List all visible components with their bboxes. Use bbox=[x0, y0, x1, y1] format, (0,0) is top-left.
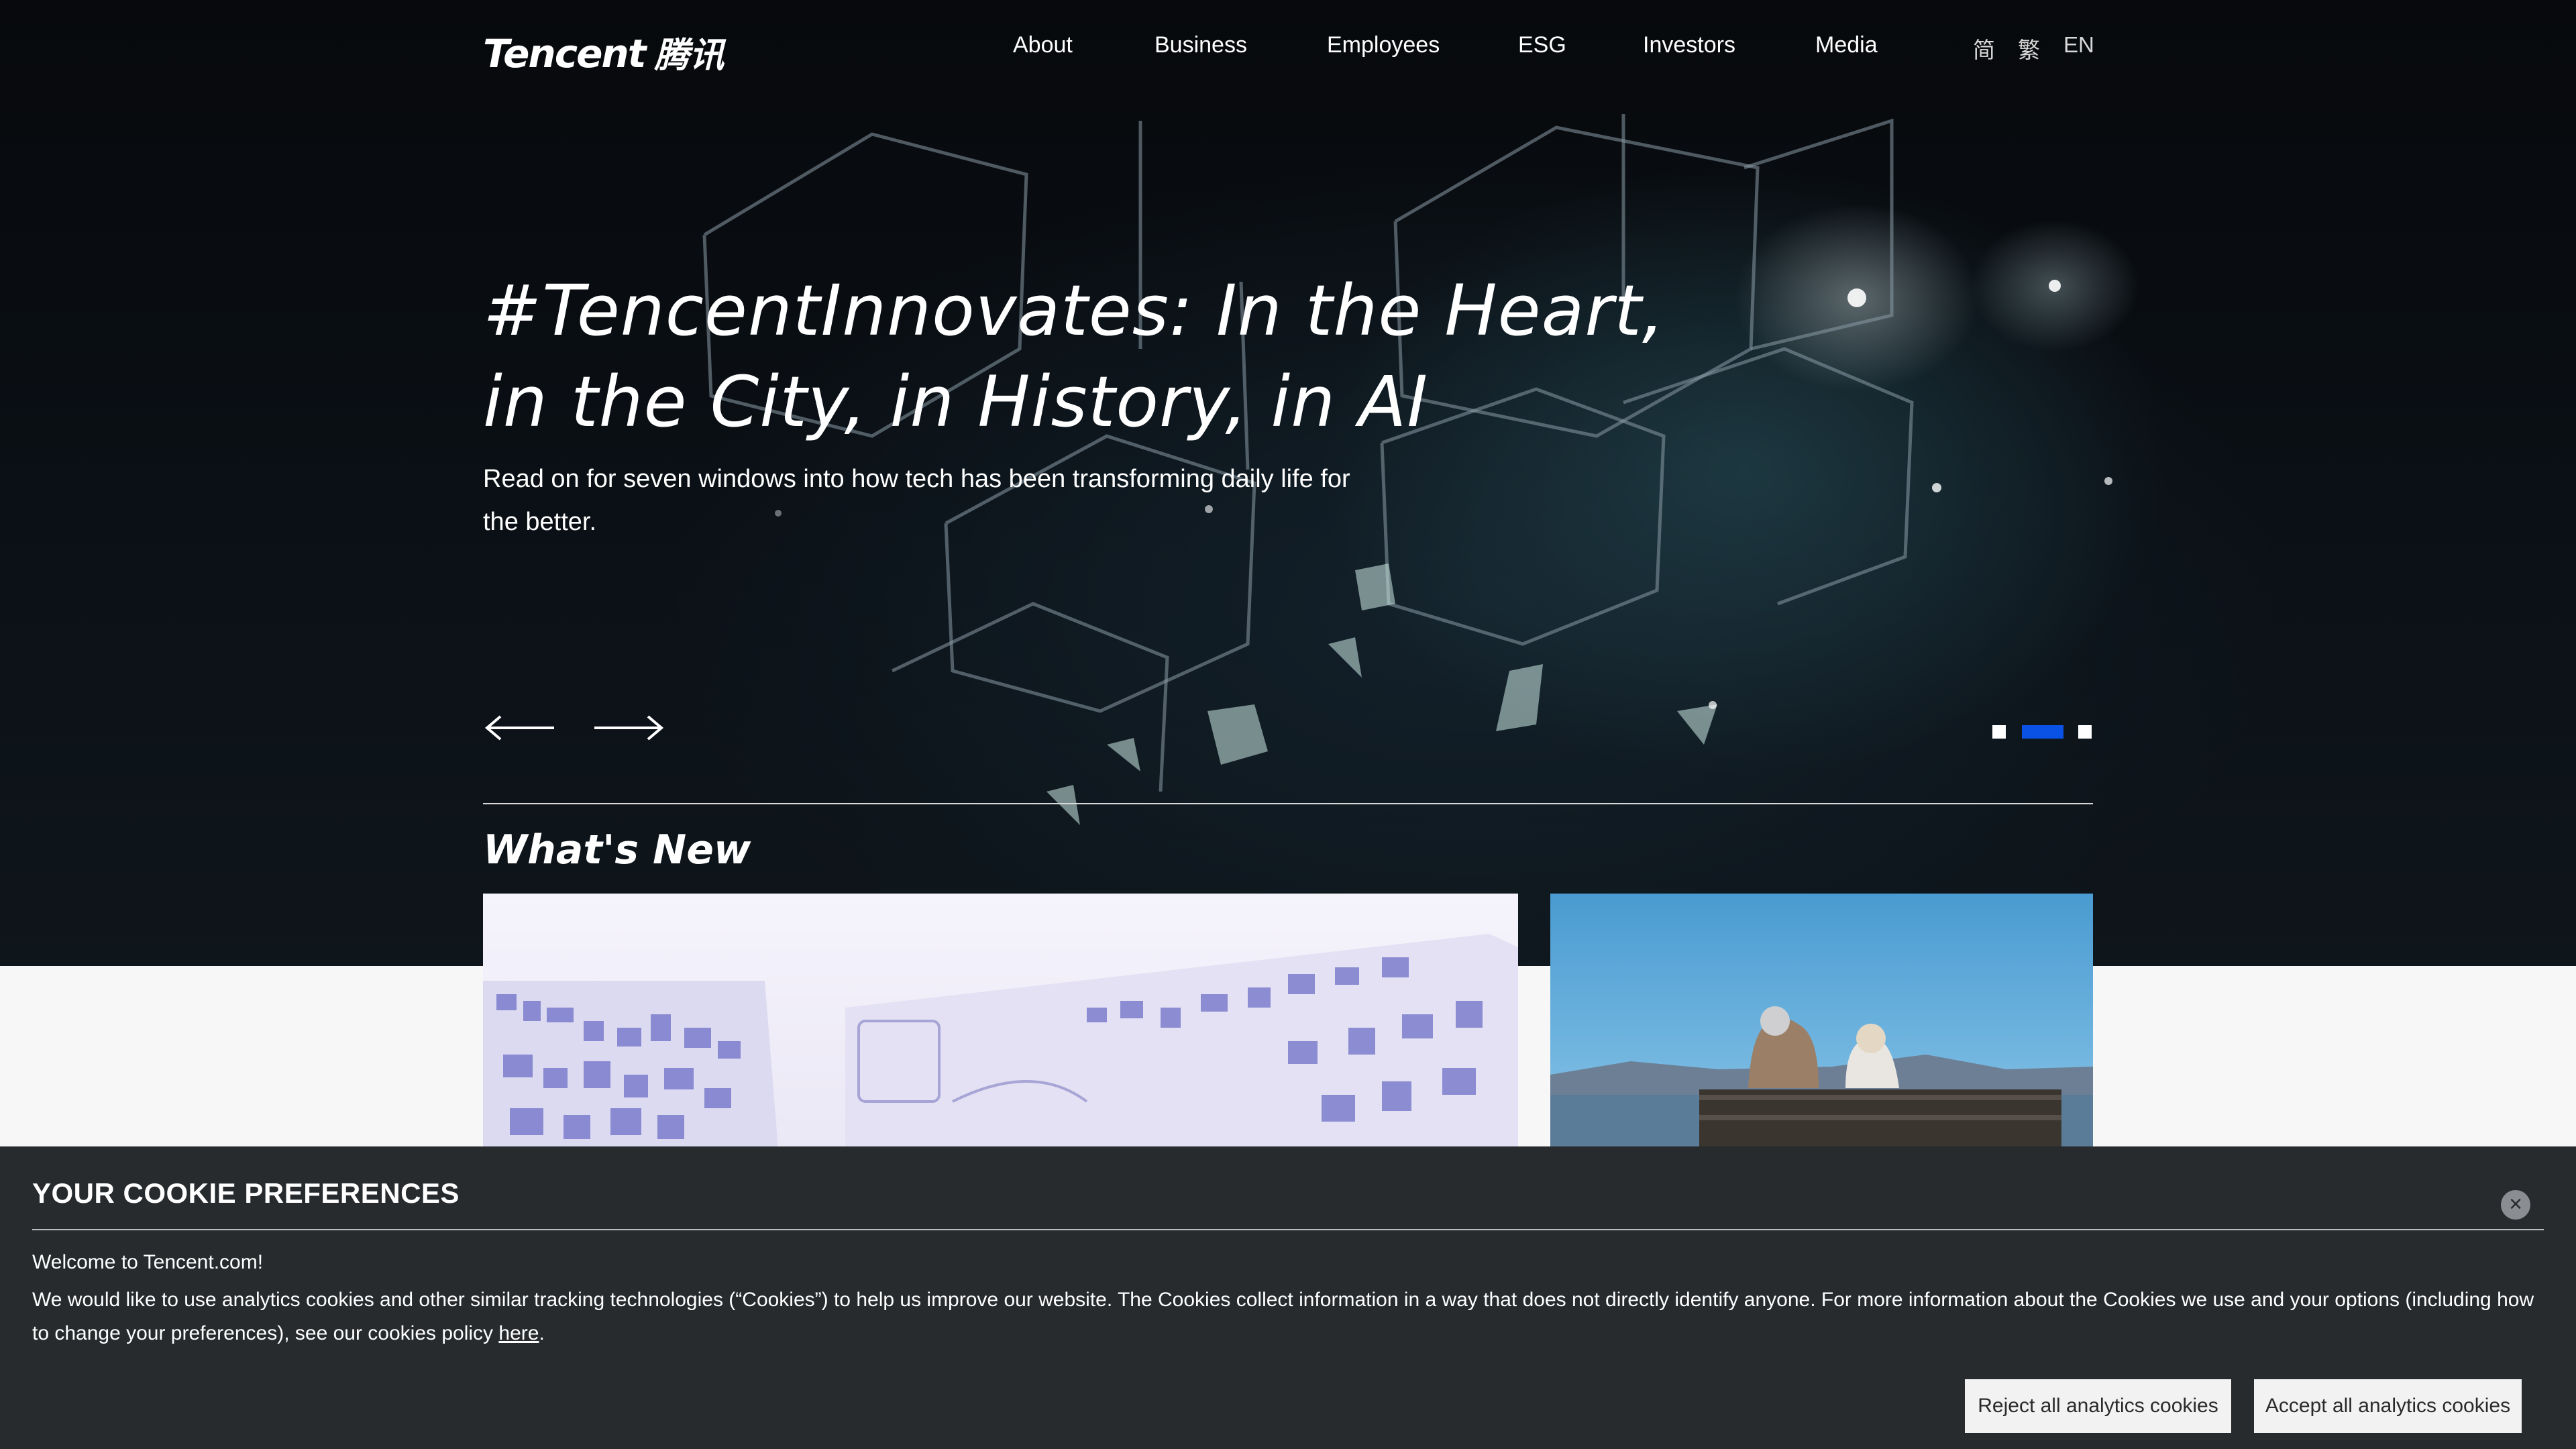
arrow-left-icon bbox=[484, 715, 554, 741]
carousel-next-button[interactable] bbox=[592, 711, 665, 745]
nav-item-media[interactable]: Media bbox=[1815, 32, 1878, 58]
language-traditional-chinese[interactable]: 繁 bbox=[2018, 32, 2040, 64]
cookie-banner-divider bbox=[32, 1229, 2544, 1230]
carousel-dot[interactable] bbox=[2078, 725, 2092, 739]
reject-cookies-button[interactable]: Reject all analytics cookies bbox=[1965, 1379, 2231, 1433]
site-header: Tencent 腾讯 About Business Employees ESG … bbox=[0, 0, 2576, 101]
whats-new-title: What's New bbox=[483, 826, 751, 873]
cookie-banner-body: We would like to use analytics cookies a… bbox=[32, 1283, 2544, 1350]
hero-headline: #TencentInnovates: In the Heart, in the … bbox=[483, 270, 1665, 443]
hero-subline: Read on for seven windows into how tech … bbox=[483, 465, 1350, 536]
nav-item-employees[interactable]: Employees bbox=[1327, 32, 1440, 58]
close-icon[interactable]: × bbox=[2501, 1190, 2530, 1220]
cookie-banner-title: YOUR COOKIE PREFERENCES bbox=[32, 1177, 460, 1209]
arrow-right-icon bbox=[594, 715, 664, 741]
language-simplified-chinese[interactable]: 简 bbox=[1973, 32, 1995, 64]
nav-item-about[interactable]: About bbox=[1013, 32, 1073, 58]
cookie-policy-link[interactable]: here bbox=[498, 1322, 539, 1344]
nav-item-business[interactable]: Business bbox=[1155, 32, 1247, 58]
news-card-seniors-bench[interactable] bbox=[1550, 894, 2093, 1148]
cookie-banner-text-end: . bbox=[539, 1322, 545, 1344]
language-english[interactable]: EN bbox=[2063, 32, 2094, 58]
nav-item-investors[interactable]: Investors bbox=[1643, 32, 1735, 58]
seniors-bench-image bbox=[1550, 1006, 2093, 1148]
cookie-banner-text: We would like to use analytics cookies a… bbox=[32, 1289, 2534, 1344]
news-card-city-model[interactable] bbox=[483, 894, 1518, 1148]
main-nav: About Business Employees ESG Investors M… bbox=[0, 32, 2576, 66]
carousel-prev-button[interactable] bbox=[483, 711, 557, 745]
accept-cookies-button[interactable]: Accept all analytics cookies bbox=[2254, 1379, 2522, 1433]
carousel-dot-active[interactable] bbox=[2022, 725, 2063, 739]
cookie-banner-welcome: Welcome to Tencent.com! bbox=[32, 1251, 264, 1273]
city-model-image bbox=[483, 934, 1518, 1148]
nav-item-esg[interactable]: ESG bbox=[1518, 32, 1566, 58]
carousel-dot[interactable] bbox=[1992, 725, 2006, 739]
section-divider bbox=[483, 803, 2093, 804]
